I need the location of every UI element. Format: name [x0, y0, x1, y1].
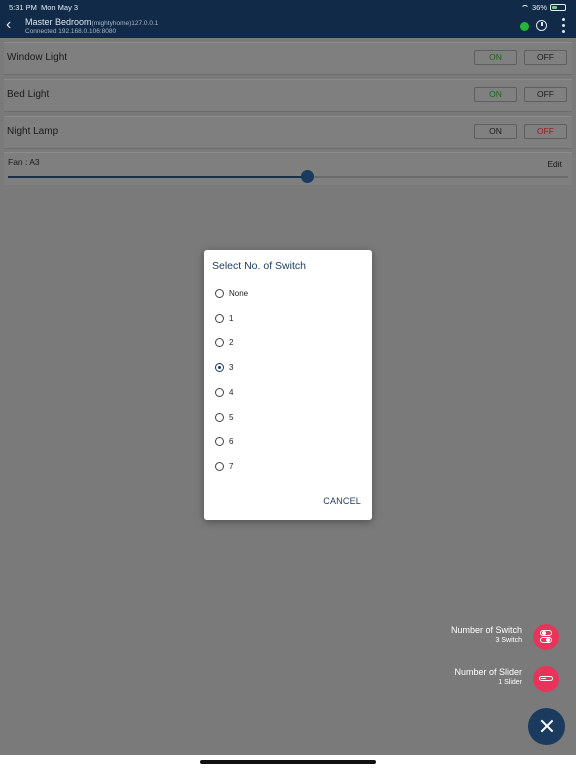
slider-thumb[interactable]	[301, 170, 315, 183]
select-switch-dialog: Select No. of Switch None 1 2 3 4 5 6 7 CANCEL	[204, 250, 372, 520]
fan-slider-row: Fan : A3 Edit	[4, 152, 572, 185]
home-indicator	[200, 760, 376, 764]
off-button[interactable]: OFF	[524, 87, 567, 102]
toggle-switch-icon	[540, 630, 552, 644]
back-chevron-icon[interactable]: ‹	[6, 17, 11, 33]
radio-button[interactable]	[215, 363, 224, 373]
radio-button[interactable]	[215, 313, 224, 323]
slider-bar-icon	[539, 676, 553, 681]
option-label: 5	[229, 412, 234, 422]
switch-row-night-lamp: Night Lamp ON OFF	[4, 116, 572, 149]
battery-icon	[550, 4, 566, 11]
fan-label: Fan : A3	[8, 157, 40, 167]
option-3[interactable]: 3	[215, 362, 355, 374]
option-none[interactable]: None	[215, 288, 355, 300]
timer-icon[interactable]	[536, 20, 547, 31]
option-label: 2	[229, 338, 234, 348]
number-of-slider-label[interactable]: Number of Slider 1 Slider	[400, 667, 522, 686]
number-of-slider-button[interactable]	[533, 666, 559, 692]
radio-button[interactable]	[215, 437, 224, 447]
close-fab-button[interactable]	[528, 708, 565, 745]
switch-label: Bed Light	[7, 89, 50, 100]
option-5[interactable]: 5	[215, 412, 355, 424]
fab-switch-title: Number of Switch	[450, 625, 522, 635]
number-of-switch-label[interactable]: Number of Switch 3 Switch	[400, 625, 522, 644]
switch-row-bed-light: Bed Light ON OFF	[4, 79, 572, 112]
room-title: Master Bedroom(mightyhome)127.0.0.1	[25, 17, 158, 27]
option-1[interactable]: 1	[215, 313, 355, 325]
option-label: 6	[229, 437, 234, 447]
more-vertical-icon[interactable]	[562, 18, 565, 33]
wifi-icon	[520, 4, 529, 11]
option-label: None	[229, 289, 249, 298]
fab-slider-sub: 1 Slider	[498, 679, 522, 686]
on-button[interactable]: ON	[474, 87, 517, 102]
fab-switch-sub: 3 Switch	[495, 637, 522, 644]
number-of-switch-button[interactable]	[533, 624, 559, 650]
edit-button[interactable]: Edit	[547, 159, 562, 169]
option-2[interactable]: 2	[215, 337, 355, 349]
radio-button[interactable]	[215, 338, 224, 348]
dialog-title: Select No. of Switch	[212, 260, 306, 272]
status-indicators: 36%	[520, 3, 566, 12]
option-label: 4	[229, 387, 234, 397]
connection-dot-icon	[520, 22, 529, 31]
radio-button[interactable]	[215, 387, 224, 397]
status-time: 5:31 PM	[9, 3, 37, 12]
status-date: Mon May 3	[41, 3, 79, 12]
radio-button[interactable]	[215, 461, 224, 471]
option-6[interactable]: 6	[215, 436, 355, 448]
fab-slider-title: Number of Slider	[454, 667, 522, 677]
off-button[interactable]: OFF	[524, 50, 567, 65]
battery-percent: 36%	[531, 3, 547, 12]
slider-fill	[8, 176, 308, 178]
connection-status: Connected 192.168.0.106:8080	[25, 28, 117, 35]
option-4[interactable]: 4	[215, 387, 355, 399]
option-label: 7	[229, 461, 234, 471]
radio-button[interactable]	[215, 289, 224, 298]
option-label: 3	[229, 363, 234, 373]
switch-label: Window Light	[7, 52, 68, 63]
switch-row-window-light: Window Light ON OFF	[4, 42, 572, 75]
status-bar: 5:31 PM Mon May 3 36%	[0, 0, 576, 14]
cancel-button[interactable]: CANCEL	[323, 496, 361, 506]
option-7[interactable]: 7	[215, 461, 355, 473]
switch-label: Night Lamp	[7, 126, 59, 137]
option-label: 1	[229, 313, 234, 323]
nav-bar: ‹ Master Bedroom(mightyhome)127.0.0.1 Co…	[0, 14, 576, 38]
close-icon	[539, 718, 554, 733]
room-name: Master Bedroom	[25, 17, 92, 27]
off-button[interactable]: OFF	[524, 124, 567, 139]
radio-button[interactable]	[215, 412, 224, 422]
room-host: (mightyhome)127.0.0.1	[91, 20, 159, 27]
on-button[interactable]: ON	[474, 50, 517, 65]
slider-track[interactable]	[8, 170, 568, 183]
on-button[interactable]: ON	[474, 124, 517, 139]
